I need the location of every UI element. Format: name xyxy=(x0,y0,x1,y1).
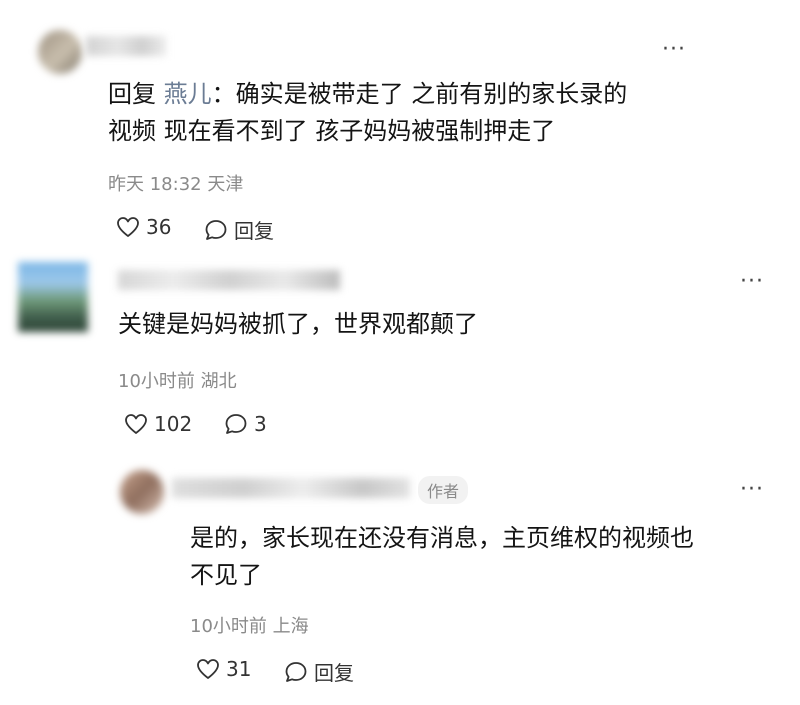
location: 上海 xyxy=(272,616,309,637)
comment-text-line2: 视频 现在看不到了 孩子妈妈被强制押走了 xyxy=(108,117,556,145)
comment-text-line1: 关键是妈妈被抓了，世界观都颠了 xyxy=(118,310,478,338)
chat-bubble-icon xyxy=(205,219,227,240)
reply-label: 回复 xyxy=(234,219,274,243)
reply-button[interactable]: 回复 xyxy=(204,215,274,244)
more-options-icon[interactable]: ··· xyxy=(662,39,686,61)
comment-meta: 10小时前 上海 xyxy=(190,612,309,638)
heart-icon xyxy=(125,414,147,434)
author-badge: 作者 xyxy=(418,476,469,504)
like-button[interactable]: 102 xyxy=(124,412,192,436)
reply-prefix: 回复 xyxy=(108,80,164,108)
chat-bubble-icon xyxy=(285,661,307,682)
avatar[interactable] xyxy=(120,470,164,514)
reply-separator: ： xyxy=(211,80,236,108)
comment-text: 回复 燕儿：确实是被带走了 之前有别的家长录的 视频 现在看不到了 孩子妈妈被强… xyxy=(108,76,627,150)
comment-text-line2: 不见了 xyxy=(190,561,262,589)
timestamp: 昨天 18:32 xyxy=(108,174,202,195)
comment-text: 关键是妈妈被抓了，世界观都颠了 xyxy=(118,306,478,343)
comment-text: 是的，家长现在还没有消息，主页维权的视频也 不见了 xyxy=(190,520,694,594)
heart-icon xyxy=(197,659,219,679)
reply-count: 3 xyxy=(254,412,267,436)
avatar[interactable] xyxy=(38,30,82,74)
location: 天津 xyxy=(207,174,244,195)
reply-button[interactable]: 回复 xyxy=(284,657,354,686)
username[interactable] xyxy=(118,270,340,290)
comment-text-line1: 是的，家长现在还没有消息，主页维权的视频也 xyxy=(190,524,694,552)
reply-count-button[interactable]: 3 xyxy=(224,412,267,436)
comment-meta: 昨天 18:32 天津 xyxy=(108,170,243,196)
like-button[interactable]: 31 xyxy=(196,657,251,681)
more-options-icon[interactable]: ··· xyxy=(740,271,764,293)
username[interactable] xyxy=(172,478,410,498)
chat-bubble-icon xyxy=(225,414,247,434)
like-count: 31 xyxy=(226,657,252,681)
timestamp: 10小时前 xyxy=(118,371,195,392)
like-button[interactable]: 36 xyxy=(116,215,171,239)
like-count: 102 xyxy=(154,412,193,436)
location: 湖北 xyxy=(200,371,237,392)
heart-icon xyxy=(117,217,139,237)
comment-meta: 10小时前 湖北 xyxy=(118,367,237,393)
avatar[interactable] xyxy=(18,262,88,332)
reply-to-name[interactable]: 燕儿 xyxy=(164,80,212,108)
username[interactable] xyxy=(86,36,166,56)
like-count: 36 xyxy=(146,215,172,239)
comment-text-line1: 确实是被带走了 之前有别的家长录的 xyxy=(235,80,628,108)
reply-label: 回复 xyxy=(314,661,354,685)
timestamp: 10小时前 xyxy=(190,616,267,637)
more-options-icon[interactable]: ··· xyxy=(740,479,764,501)
